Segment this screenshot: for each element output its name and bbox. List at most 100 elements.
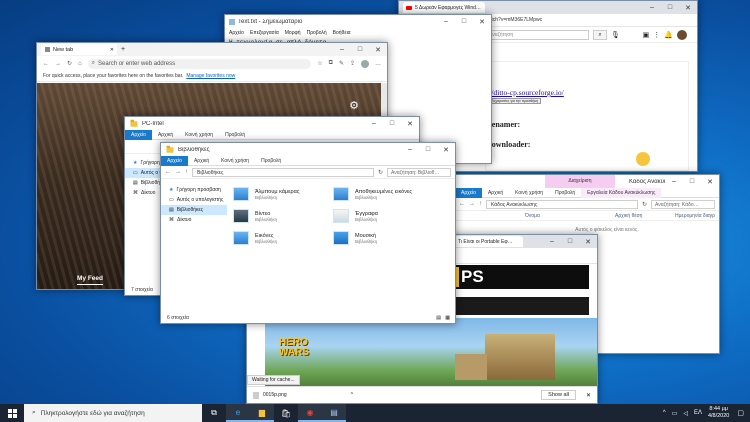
column-date-deleted[interactable]: Ημερομηνία διαγρ xyxy=(675,213,715,219)
tab-share[interactable]: Κοινή χρήση xyxy=(509,188,549,198)
avatar[interactable] xyxy=(361,59,369,68)
network-tray-icon[interactable]: ▭ xyxy=(672,410,678,417)
tab-share[interactable]: Κοινή χρήση xyxy=(215,156,255,166)
forward-icon[interactable]: → xyxy=(55,61,61,67)
apps-grid-icon[interactable]: ⋮ xyxy=(653,31,660,39)
close-icon[interactable]: ✕ xyxy=(437,143,455,156)
taskbar-search-box[interactable]: ⌕ Πληκτρολογήστε εδώ για αναζήτηση xyxy=(24,404,202,422)
minimize-icon[interactable]: – xyxy=(437,15,455,28)
tab-share[interactable]: Κοινή χρήση xyxy=(179,130,219,140)
more-icon[interactable]: … xyxy=(375,61,381,67)
address-bar[interactable]: watch?v=mM36E7LMpwc xyxy=(485,17,542,23)
collections-icon[interactable]: ⧉ xyxy=(329,60,333,67)
notifications-icon[interactable]: ▢ xyxy=(737,409,744,417)
menu-edit[interactable]: Επεξεργασία xyxy=(250,30,279,36)
back-icon[interactable]: ← xyxy=(459,201,465,207)
minimize-icon[interactable]: – xyxy=(401,143,419,156)
address-path[interactable]: Κάδος Ανακύκλωσης xyxy=(486,199,638,209)
maximize-icon[interactable]: □ xyxy=(455,15,473,28)
close-icon[interactable]: ✕ xyxy=(579,235,597,248)
menu-help[interactable]: Βοήθεια xyxy=(333,30,351,36)
minimize-icon[interactable]: – xyxy=(643,1,661,14)
game-ad-image[interactable]: HERO WARS xyxy=(265,318,597,388)
start-button[interactable] xyxy=(0,404,24,422)
tray-chevron-icon[interactable]: ^ xyxy=(663,410,666,416)
new-tab-icon[interactable]: + xyxy=(121,46,125,53)
ditto-link[interactable]: c//ditto-cp.sourceforge.io/ xyxy=(486,88,564,97)
share-icon[interactable]: ⇪ xyxy=(350,60,355,67)
tab-recycle-tools[interactable]: Εργαλεία Κάδου Ανακύκλωσης xyxy=(581,187,662,198)
close-icon[interactable]: ✕ xyxy=(701,175,719,188)
favorite-star-icon[interactable]: ☆ xyxy=(317,60,322,67)
menu-view[interactable]: Προβολή xyxy=(307,30,327,36)
youtube-search-input[interactable]: Αναζήτηση xyxy=(485,29,589,40)
refresh-icon[interactable]: ↻ xyxy=(642,201,647,208)
reading-icon[interactable]: ✎ xyxy=(339,60,344,67)
mic-icon[interactable]: 🎙 xyxy=(611,31,620,39)
maximize-icon[interactable]: □ xyxy=(561,235,579,248)
refresh-icon[interactable]: ↻ xyxy=(67,60,72,67)
minimize-icon[interactable]: – xyxy=(333,43,351,56)
maximize-icon[interactable]: □ xyxy=(351,43,369,56)
maximize-icon[interactable]: □ xyxy=(683,175,701,188)
minimize-icon[interactable]: – xyxy=(543,235,561,248)
download-file[interactable]: 0015p.png xyxy=(263,392,287,398)
details-view-icon[interactable]: ▤ xyxy=(436,315,441,321)
keyboard-layout-icon[interactable]: EΛ xyxy=(694,410,702,416)
tab-file[interactable]: Αρχείο xyxy=(161,155,188,166)
tab-view[interactable]: Προβολή xyxy=(255,156,287,166)
forward-icon[interactable]: → xyxy=(469,201,475,207)
task-view-icon[interactable]: ⧉ xyxy=(202,404,226,422)
maximize-icon[interactable]: □ xyxy=(383,117,401,130)
close-icon[interactable]: ✕ xyxy=(369,43,387,56)
volume-icon[interactable]: ◁ xyxy=(683,410,688,417)
tab-file[interactable]: Αρχείο xyxy=(125,129,152,140)
show-all-button[interactable]: Show all xyxy=(541,390,576,400)
close-icon[interactable]: ✕ xyxy=(679,1,697,14)
nav-quick-access[interactable]: ★Γρήγορη πρόσβαση xyxy=(161,185,227,195)
address-path[interactable]: Βιβλιοθήκες xyxy=(192,167,374,177)
tab-view[interactable]: Προβολή xyxy=(219,130,251,140)
column-original-location[interactable]: Αρχική θέση xyxy=(615,213,675,219)
create-video-icon[interactable]: ▣ xyxy=(643,31,650,39)
minimize-icon[interactable]: – xyxy=(365,117,383,130)
chevron-up-icon[interactable]: ^ xyxy=(351,392,353,398)
library-music[interactable]: Μουσική Βιβλιοθήκη xyxy=(333,231,377,245)
tab-close-icon[interactable]: ✕ xyxy=(110,47,114,53)
avatar[interactable] xyxy=(677,29,687,40)
tab-home[interactable]: Αρχική xyxy=(152,130,179,140)
maximize-icon[interactable]: □ xyxy=(419,143,437,156)
clock[interactable]: 8:44 μμ 4/8/2020 xyxy=(708,406,729,420)
nav-network[interactable]: ⌘ Δίκτυο xyxy=(161,215,227,225)
nav-libraries[interactable]: ▤ Βιβλιοθήκες xyxy=(161,205,227,215)
maximize-icon[interactable]: □ xyxy=(661,1,679,14)
back-icon[interactable]: ← xyxy=(165,169,171,175)
address-bar[interactable]: ⌕ Search or enter web address xyxy=(87,58,312,69)
nav-this-pc[interactable]: ▭Αυτός ο υπολογιστής xyxy=(161,195,227,205)
column-name[interactable]: Όνομα xyxy=(525,213,615,219)
browser-tab[interactable]: 5 Δωρεάν Εφαρμογές Wind… xyxy=(403,2,485,13)
up-icon[interactable]: ↑ xyxy=(185,169,188,175)
library-saved-pictures[interactable]: Αποθηκευμένες εικόνες Βιβλιοθήκη xyxy=(333,187,412,201)
tab-home[interactable]: Αρχική xyxy=(482,188,509,198)
close-download-bar-icon[interactable]: ✕ xyxy=(586,392,591,399)
forward-icon[interactable]: → xyxy=(175,169,181,175)
edge-taskbar-icon[interactable]: e xyxy=(226,404,250,422)
tab-home[interactable]: Αρχική xyxy=(188,156,215,166)
minimize-icon[interactable]: – xyxy=(665,175,683,188)
search-input[interactable]: Αναζήτηση: Κάδο… xyxy=(651,199,715,209)
close-icon[interactable]: ✕ xyxy=(401,117,419,130)
library-camera-roll[interactable]: Άλμπουμ κάμερας Βιβλιοθήκη xyxy=(233,187,300,201)
explorer-libraries-window[interactable]: Βιβλιοθήκες – □ ✕ Αρχείο Αρχική Κοινή χρ… xyxy=(160,142,456,324)
manage-favorites-link[interactable]: Manage favorites now xyxy=(186,73,235,79)
tab-file[interactable]: Αρχείο xyxy=(455,187,482,198)
library-videos[interactable]: Βίντεο Βιβλιοθήκη xyxy=(233,209,277,223)
up-icon[interactable]: ↑ xyxy=(479,201,482,207)
browser-tab[interactable]: New tab ✕ xyxy=(41,44,117,55)
channel-badge-icon[interactable] xyxy=(636,152,650,166)
my-feed-tab[interactable]: My Feed xyxy=(77,275,104,285)
refresh-icon[interactable]: ↻ xyxy=(378,169,383,176)
notifications-icon[interactable]: 🔔 xyxy=(664,31,673,39)
tab-view[interactable]: Προβολή xyxy=(549,188,581,198)
close-icon[interactable]: ✕ xyxy=(473,15,491,28)
